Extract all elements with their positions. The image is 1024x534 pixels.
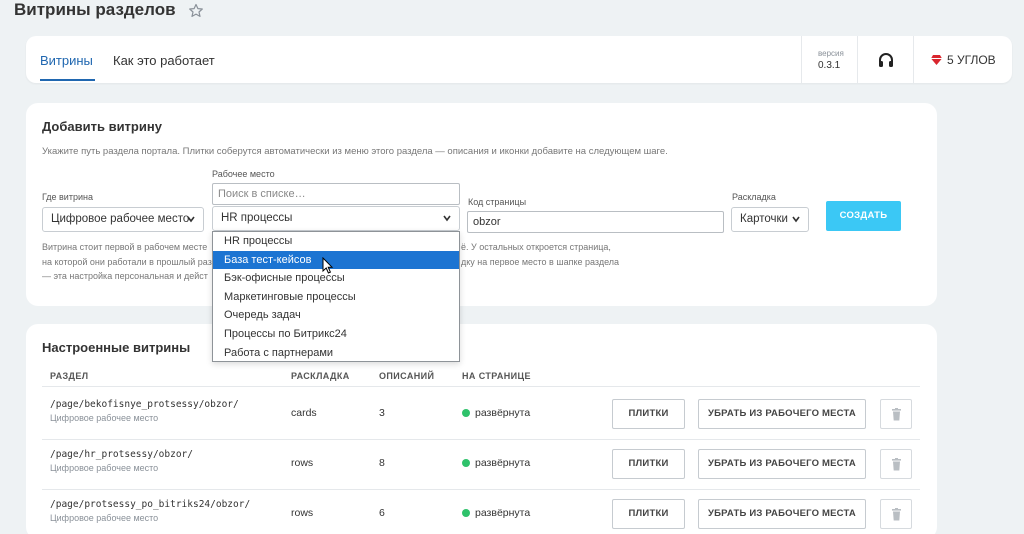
row-workplace: Цифровое рабочее место: [50, 513, 159, 523]
tiles-button[interactable]: ПЛИТКИ: [612, 499, 685, 529]
dropdown-option[interactable]: Бэк-офисные процессы: [213, 269, 459, 288]
note-line: Витрина стоит первой в рабочем месте: [42, 242, 208, 252]
column-header-count: ОПИСАНИЙ: [379, 371, 435, 381]
version-label: версия: [818, 49, 844, 58]
configured-showcases-card: Настроенные витрины РАЗДЕЛ РАСКЛАДКА ОПИ…: [26, 324, 937, 534]
chevron-down-icon: [792, 216, 800, 223]
page-code-label: Код страницы: [468, 197, 527, 207]
divider: [42, 386, 920, 387]
remove-from-workplace-button[interactable]: УБРАТЬ ИЗ РАБОЧЕГО МЕСТА: [698, 499, 866, 529]
tab-showcases[interactable]: Витрины: [40, 53, 93, 68]
divider: [913, 36, 914, 83]
page-code-input[interactable]: obzor: [467, 211, 724, 233]
tab-how-it-works[interactable]: Как это работает: [113, 53, 215, 68]
row-status-label: развёрнута: [475, 457, 531, 469]
row-status: развёрнута: [462, 507, 530, 519]
chevron-down-icon: [187, 216, 195, 223]
row-path: /page/bekofisnye_protsessy/obzor/: [50, 399, 239, 410]
row-path: /page/hr_protsessy/obzor/: [50, 449, 193, 460]
dropdown-option-highlighted[interactable]: База тест-кейсов: [213, 250, 459, 270]
remove-from-workplace-button[interactable]: УБРАТЬ ИЗ РАБОЧЕГО МЕСТА: [698, 399, 866, 429]
page-title: Витрины разделов: [14, 0, 176, 19]
dropdown-option[interactable]: Работа с партнерами: [213, 344, 459, 363]
remove-from-workplace-button[interactable]: УБРАТЬ ИЗ РАБОЧЕГО МЕСТА: [698, 449, 866, 479]
status-dot: [462, 409, 470, 417]
row-workplace: Цифровое рабочее место: [50, 463, 159, 473]
angles-brand[interactable]: 5 УГЛОВ: [930, 53, 996, 67]
column-header-section: РАЗДЕЛ: [50, 371, 89, 381]
row-path: /page/protsessy_po_bitriks24/obzor/: [50, 499, 251, 510]
layout-select-value: Карточки: [740, 213, 788, 225]
active-tab-indicator: [40, 79, 95, 81]
trash-icon: [892, 458, 901, 471]
create-button[interactable]: СОЗДАТЬ: [826, 201, 901, 231]
headset-icon[interactable]: [877, 51, 895, 69]
add-showcase-card: Добавить витрину Укажите путь раздела по…: [26, 103, 937, 306]
divider: [42, 439, 920, 440]
note-line: дку на первое место в шапке раздела: [461, 257, 620, 267]
delete-button[interactable]: [880, 449, 912, 479]
star-icon[interactable]: [188, 3, 204, 19]
row-layout: cards: [291, 407, 317, 419]
tiles-button[interactable]: ПЛИТКИ: [612, 399, 685, 429]
where-select[interactable]: Цифровое рабочее место: [42, 207, 204, 232]
table-row: /page/protsessy_po_bitriks24/obzor/ Цифр…: [26, 499, 937, 534]
add-showcase-description: Укажите путь раздела портала. Плитки соб…: [42, 146, 668, 157]
workplace-dropdown-list: HR процессы База тест-кейсов Бэк-офисные…: [212, 231, 460, 362]
where-select-value: Цифровое рабочее место: [51, 213, 190, 225]
workplace-select[interactable]: HR процессы: [212, 206, 460, 231]
delete-button[interactable]: [880, 499, 912, 529]
row-count: 3: [379, 407, 385, 419]
row-status-label: развёрнута: [475, 507, 531, 519]
configured-title: Настроенные витрины: [42, 340, 191, 355]
divider: [801, 36, 802, 83]
layout-select[interactable]: Карточки: [731, 207, 809, 232]
row-layout: rows: [291, 457, 314, 469]
divider: [857, 36, 858, 83]
dropdown-option[interactable]: Процессы по Битрикс24: [213, 325, 459, 344]
angles-label: 5 УГЛОВ: [947, 53, 996, 67]
column-header-on-page: НА СТРАНИЦЕ: [462, 371, 531, 381]
workplace-search-input[interactable]: Поиск в списке…: [212, 183, 460, 205]
row-status: развёрнута: [462, 407, 530, 419]
top-tab-bar: Витрины Как это работает версия 0.3.1 5 …: [26, 36, 1012, 83]
workplace-label: Рабочее место: [212, 169, 275, 179]
add-showcase-title: Добавить витрину: [42, 119, 162, 134]
row-workplace: Цифровое рабочее место: [50, 413, 159, 423]
delete-button[interactable]: [880, 399, 912, 429]
version-value: 0.3.1: [818, 60, 841, 71]
angles-logo-icon: [931, 55, 942, 65]
layout-label: Раскладка: [732, 192, 776, 202]
note-line: ё. У остальных откроется страница,: [461, 242, 611, 252]
trash-icon: [892, 408, 901, 421]
status-dot: [462, 509, 470, 517]
row-count: 6: [379, 507, 385, 519]
note-line: на которой они работали в прошлый раз: [42, 257, 212, 267]
status-dot: [462, 459, 470, 467]
note-line: — эта настройка персональная и дейст: [42, 271, 208, 281]
table-row: /page/bekofisnye_protsessy/obzor/ Цифров…: [26, 399, 937, 449]
tiles-button[interactable]: ПЛИТКИ: [612, 449, 685, 479]
dropdown-option[interactable]: HR процессы: [213, 232, 459, 251]
chevron-down-icon: [443, 215, 451, 222]
row-count: 8: [379, 457, 385, 469]
dropdown-option[interactable]: Очередь задач: [213, 306, 459, 325]
row-status: развёрнута: [462, 457, 530, 469]
column-header-layout: РАСКЛАДКА: [291, 371, 350, 381]
row-status-label: развёрнута: [475, 407, 531, 419]
dropdown-option[interactable]: Маркетинговые процессы: [213, 288, 459, 307]
workplace-select-value: HR процессы: [221, 212, 293, 224]
divider: [42, 489, 920, 490]
where-label: Где витрина: [42, 192, 93, 202]
mouse-pointer-icon: [322, 257, 334, 274]
row-layout: rows: [291, 507, 314, 519]
trash-icon: [892, 508, 901, 521]
table-row: /page/hr_protsessy/obzor/ Цифровое рабоч…: [26, 449, 937, 499]
